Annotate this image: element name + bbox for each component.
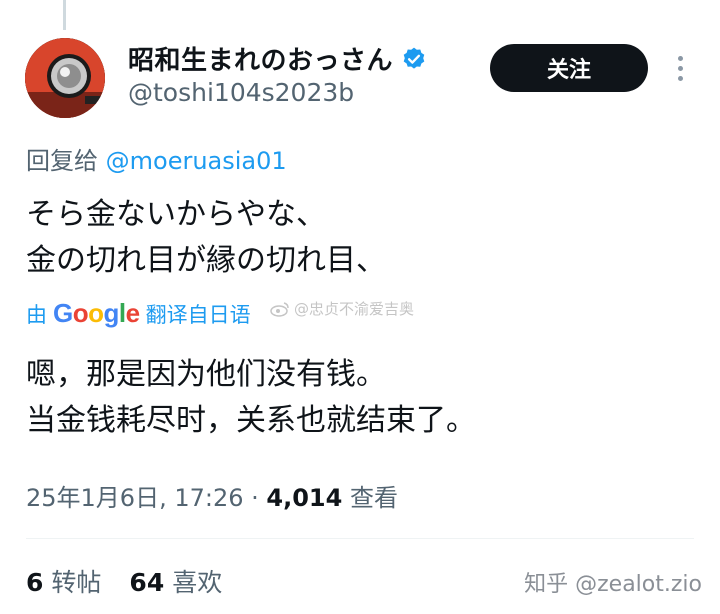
zhihu-watermark: 知乎 @zealot.zio [524, 572, 702, 597]
author-name-row: 昭和生まれのおっさん [128, 40, 427, 77]
reply-mention-link[interactable]: @moeruasia01 [106, 147, 287, 175]
more-dot [677, 65, 683, 71]
author-display-name[interactable]: 昭和生まれのおっさん [128, 40, 393, 77]
likes-label: 喜欢 [172, 568, 223, 597]
tweet-translated-line: 当金钱耗尽时，关系也就结束了。 [26, 403, 476, 438]
more-dot [677, 55, 683, 61]
tweet-translated-line: 嗯，那是因为他们没有钱。 [26, 357, 386, 392]
reply-to-prefix: 回复给 [26, 147, 106, 175]
reposts-stat[interactable]: 6 转帖 [26, 563, 101, 599]
translation-attribution[interactable]: 由 Google 翻译自日语 [26, 298, 251, 329]
reposts-count: 6 [26, 568, 44, 597]
views-label: 查看 [342, 484, 398, 512]
translate-prefix: 由 [26, 302, 47, 327]
tweet-timestamp[interactable]: 25年1月6日, 17:26 · [26, 484, 266, 512]
google-logo: Google [53, 298, 140, 328]
follow-button[interactable]: 关注 [490, 44, 648, 92]
weibo-icon [270, 301, 289, 317]
likes-stat[interactable]: 64 喜欢 [129, 563, 222, 599]
engagement-stats-row: 6 转帖 64 喜欢 [26, 563, 222, 599]
likes-count: 64 [129, 568, 165, 597]
tweet-original-line: 金の切れ目が縁の切れ目、 [26, 243, 386, 278]
weibo-watermark: @忠贞不渝爱吉奥 [270, 298, 414, 319]
tweet-meta-row: 25年1月6日, 17:26 · 4,014 查看 [26, 478, 398, 513]
tweet-translated-text: 嗯，那是因为他们没有钱。 当金钱耗尽时，关系也就结束了。 [26, 352, 476, 444]
views-count: 4,014 [266, 484, 343, 512]
translate-suffix: 翻译自日语 [145, 302, 251, 327]
tweet-original-line: そら金ないからやな、 [26, 197, 326, 232]
reply-to-line: 回复给 @moeruasia01 [26, 141, 287, 176]
reposts-label: 转帖 [51, 568, 102, 597]
avatar[interactable] [25, 38, 105, 118]
weibo-watermark-text: @忠贞不渝爱吉奥 [294, 300, 415, 318]
divider [26, 538, 694, 539]
tweet-original-text: そら金ないからやな、 金の切れ目が縁の切れ目、 [26, 192, 386, 284]
thread-connector-line [63, 0, 66, 30]
author-handle[interactable]: @toshi104s2023b [128, 78, 354, 107]
more-dot [677, 75, 683, 81]
verified-badge-icon [401, 46, 427, 72]
more-vertical-icon[interactable] [670, 48, 690, 88]
